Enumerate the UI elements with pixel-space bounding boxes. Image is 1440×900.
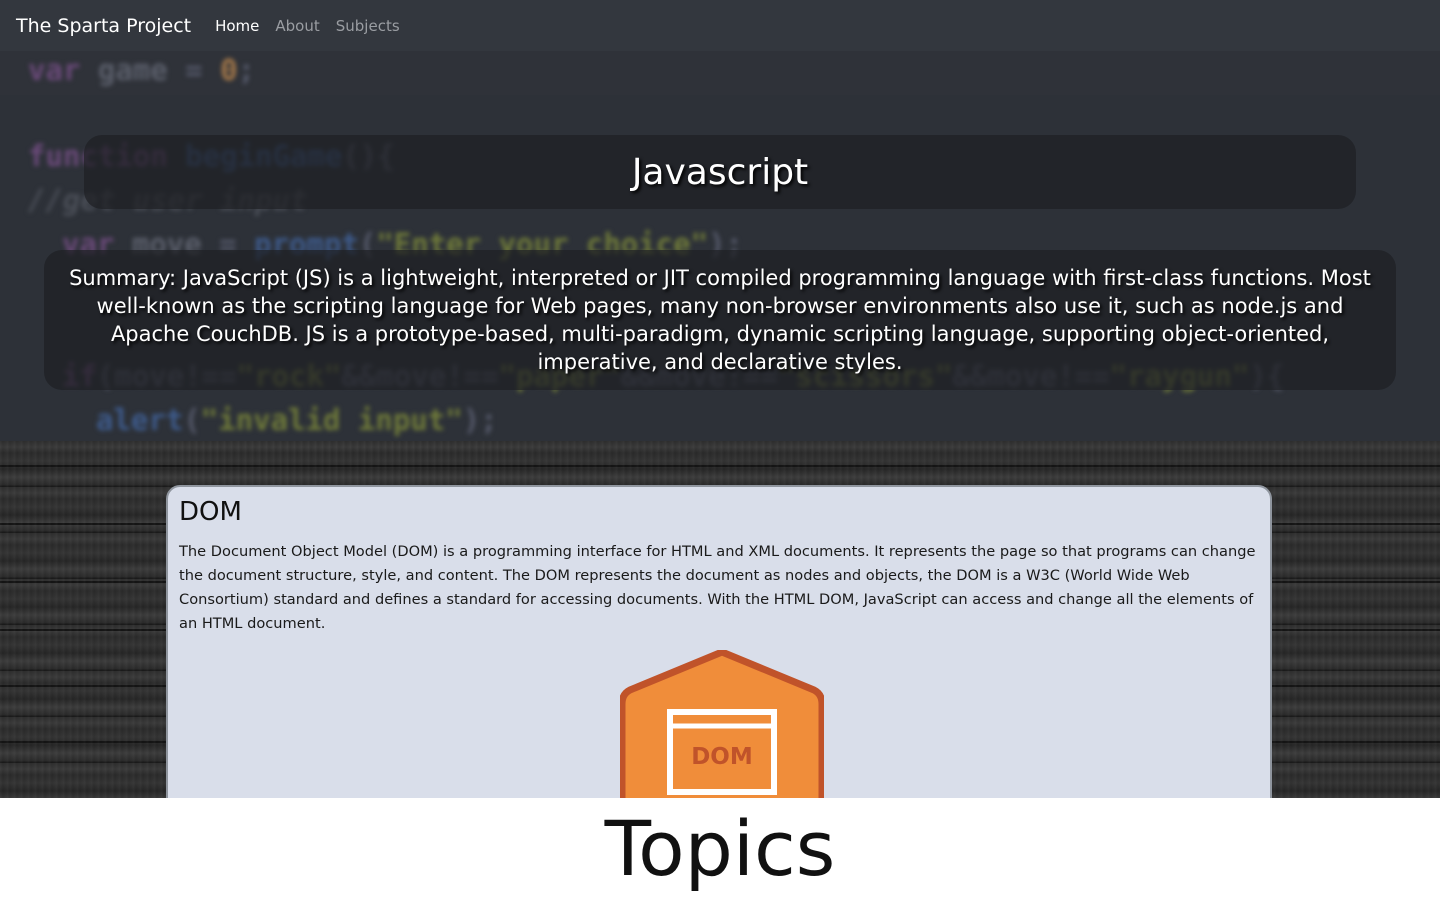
dom-logo-icon: DOM — [620, 650, 824, 820]
code-line: alert("invalid input"); — [96, 403, 498, 437]
code-line: var game = 0; — [28, 53, 256, 87]
hero-title: Javascript — [631, 151, 809, 193]
navbar: The Sparta Project Home About Subjects — [0, 0, 1440, 51]
dom-logo-text: DOM — [691, 744, 753, 770]
hero-title-box: Javascript — [84, 135, 1356, 209]
topic-card-description: The Document Object Model (DOM) is a pro… — [179, 543, 1256, 632]
topic-card-dom[interactable]: DOM The Document Object Model (DOM) is a… — [166, 485, 1272, 820]
topics-heading: Topics — [604, 804, 836, 893]
nav-link-about[interactable]: About — [275, 17, 319, 35]
topic-card-title: DOM — [179, 497, 242, 527]
hero-summary: Summary: JavaScript (JS) is a lightweigh… — [69, 266, 1371, 374]
topics-section: Topics — [0, 798, 1440, 900]
brand-link[interactable]: The Sparta Project — [16, 15, 191, 37]
page: The Sparta Project Home About Subjects v… — [0, 0, 1440, 900]
nav-link-home[interactable]: Home — [215, 17, 259, 35]
hero-section: var game = 0; function beginGame(){ //ge… — [0, 51, 1440, 441]
nav-link-subjects[interactable]: Subjects — [336, 17, 400, 35]
wood-seam — [0, 465, 1440, 467]
hero-summary-box: Summary: JavaScript (JS) is a lightweigh… — [44, 250, 1396, 390]
